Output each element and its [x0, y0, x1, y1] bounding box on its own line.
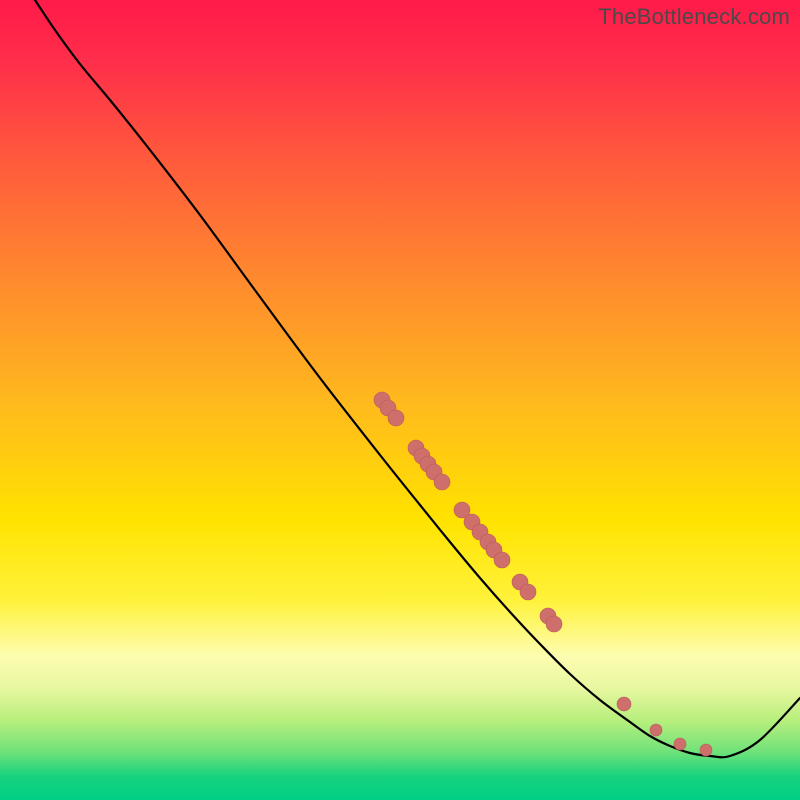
marker-point	[388, 410, 404, 426]
marker-point	[674, 738, 686, 750]
marker-point	[520, 584, 536, 600]
marker-point	[650, 724, 662, 736]
marker-point	[700, 744, 712, 756]
chart-canvas: TheBottleneck.com	[0, 0, 800, 800]
marker-point	[617, 697, 631, 711]
highlighted-points	[374, 392, 712, 756]
marker-point	[546, 616, 562, 632]
marker-point	[434, 474, 450, 490]
chart-overlay	[0, 0, 800, 800]
bottleneck-curve	[35, 0, 800, 757]
marker-point	[494, 552, 510, 568]
